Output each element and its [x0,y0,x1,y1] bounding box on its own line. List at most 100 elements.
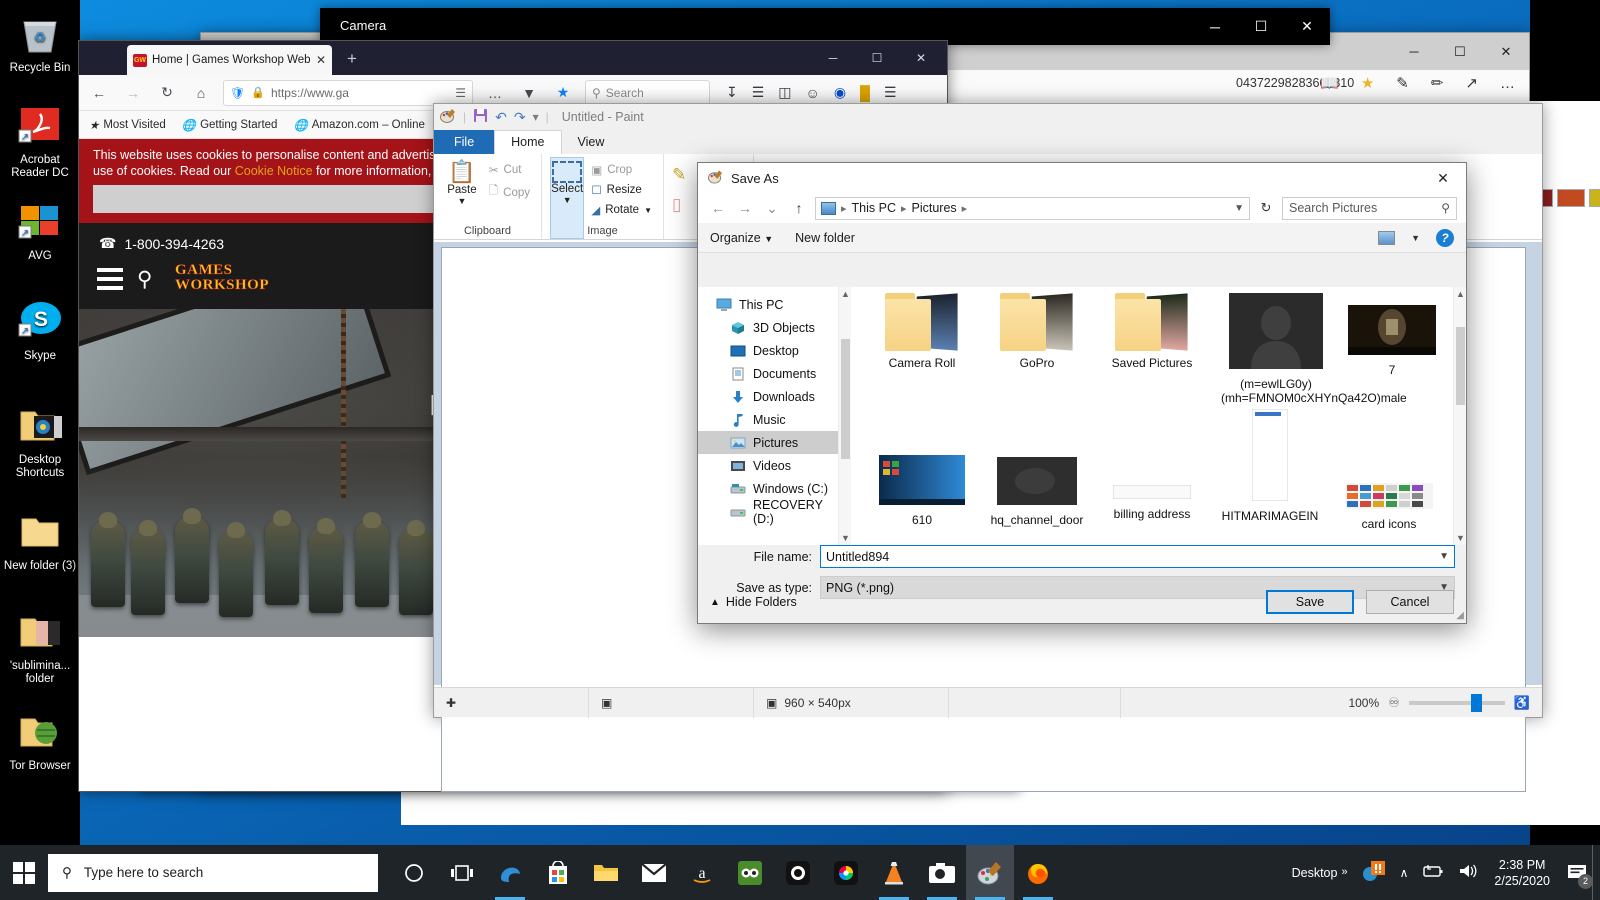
desktop-icon-subliminal-folder[interactable]: 'sublimina... folder [2,612,78,686]
add-note-icon[interactable]: ✎ [1396,74,1409,92]
bookmark-amazon[interactable]: 🌐 Amazon.com – Online [293,118,424,132]
file-list-scrollbar[interactable]: ▲ ▼ [1453,287,1466,545]
site-search-icon[interactable]: ⚲ [137,267,152,292]
file-item-7[interactable]: 7 [1343,305,1441,377]
hide-folders-toggle[interactable]: ▲ Hide Folders [710,595,797,609]
resize-button[interactable]: ☐ Resize [588,181,655,199]
zoom-slider-thumb[interactable] [1470,693,1482,712]
copy-button[interactable]: 🗋 Copy [486,181,533,204]
maximize-button[interactable]: ☐ [1437,33,1483,70]
swatch-yellow[interactable] [1589,189,1600,207]
new-tab-button[interactable]: + [347,49,357,69]
battery-icon[interactable] [1422,864,1444,881]
paint-quick-access-toolbar[interactable]: | ↶ ↷ ▾ | Untitled - Paint [434,104,1542,130]
share-icon[interactable]: ↗ [1465,74,1478,92]
desktop-icon-desktop-shortcuts[interactable]: Desktop Shortcuts [2,406,78,480]
zoom-out-button[interactable]: ♾ [1388,695,1400,711]
swatch-orange[interactable] [1557,189,1585,207]
tree-item-downloads[interactable]: Downloads [698,385,838,408]
tree-scrollbar[interactable]: ▲ ▼ [838,287,851,545]
file-item-hitmarimagein[interactable]: HITMARIMAGEIN [1221,408,1319,523]
navigation-tree[interactable]: This PC 3D Objects Desktop Documents Dow… [698,287,838,545]
pencil-icon[interactable]: ✎ [672,165,686,185]
minimize-button[interactable]: ─ [1192,8,1238,45]
eraser-icon[interactable]: ▯ [672,195,686,215]
breadcrumb[interactable]: ▸ This PC ▸ Pictures ▸ ▼ [815,196,1250,220]
close-button[interactable]: ✕ [1420,163,1466,193]
file-item-610[interactable]: 610 [873,455,971,527]
taskbar-item-cortana[interactable] [390,845,438,900]
forward-button[interactable]: → [121,81,145,105]
tree-item-this-pc[interactable]: This PC [698,293,838,316]
file-item-camera-roll[interactable]: Camera Roll [873,293,971,370]
taskbar-item-firefox[interactable] [1014,845,1062,900]
tree-item-documents[interactable]: Documents [698,362,838,385]
search-input[interactable]: ⚲ Search [585,79,710,106]
desktop-icon-new-folder-3[interactable]: New folder (3) [2,512,78,573]
tree-item-3d-objects[interactable]: 3D Objects [698,316,838,339]
taskbar-item-mail[interactable] [630,845,678,900]
more-options-icon[interactable]: … [1500,75,1515,92]
save-button[interactable]: Save [1266,590,1354,614]
account-icon[interactable]: ☺ [806,85,820,101]
chevron-down-icon[interactable]: ▼ [1411,233,1420,243]
maximize-button[interactable]: ☐ [855,41,899,75]
clock[interactable]: 2:38 PM 2/25/2020 [1494,857,1550,889]
start-button[interactable] [0,845,48,900]
background-toolbar-icons[interactable]: 📖 ★ ✎ ✏ ↗ … [1320,74,1515,93]
tray-chevron-icon[interactable]: ∧ [1400,866,1409,880]
reload-button[interactable]: ↻ [155,81,179,105]
chevron-down-icon[interactable]: ▼ [644,206,652,215]
back-button[interactable]: ← [87,81,111,105]
tray-desktop-label[interactable]: Desktop » [1292,866,1348,880]
bookmark-getting-started[interactable]: 🌐 Getting Started [182,118,278,132]
file-item-card-icons[interactable]: card icons [1340,483,1438,531]
taskbar-item-edge[interactable] [486,845,534,900]
tab-view[interactable]: View [562,131,621,154]
pocket-icon[interactable]: ▼ [517,81,541,105]
save-as-dialog[interactable]: Save As ✕ ← → ⌄ ↑ ▸ This PC ▸ Pictures ▸… [697,162,1467,624]
taskbar-search-box[interactable]: ⚲ Type here to search [48,853,378,892]
crop-button[interactable]: ▣ Crop [588,161,655,179]
redo-icon[interactable]: ↷ [514,109,526,126]
customize-qat-icon[interactable]: ▾ [533,110,539,124]
view-options[interactable]: ▼ ? [1378,228,1454,247]
desktop-icon-avg[interactable]: ↗ AVG [2,202,78,263]
save-icon[interactable] [473,108,488,126]
chevron-down-icon[interactable]: ▼ [563,195,572,205]
firefox-window-controls[interactable]: ─ ☐ ✕ [811,41,943,75]
zoom-slider[interactable] [1408,693,1505,712]
overflow-icon[interactable]: » [1341,866,1347,878]
chevron-down-icon[interactable]: ▼ [1234,203,1244,214]
save-to-pocket-icon[interactable]: ◉ [834,84,846,101]
save-as-titlebar[interactable]: Save As ✕ [698,163,1466,193]
pen-icon[interactable]: ✏ [1431,74,1444,92]
close-button[interactable]: ✕ [1483,33,1529,70]
desktop-icon-skype[interactable]: S ↗ Skype [2,300,78,363]
chevron-down-icon[interactable]: ▼ [1439,551,1449,562]
bookmark-most-visited[interactable]: ★ Most Visited [89,118,166,132]
menu-icon[interactable]: ☰ [884,84,897,101]
taskbar-item-vlc[interactable] [870,845,918,900]
maximize-button[interactable]: ☐ [1238,8,1284,45]
taskbar-item-file-explorer[interactable] [582,845,630,900]
file-item-billing-address[interactable]: billing address [1103,484,1201,521]
breadcrumb-item-this-pc[interactable]: This PC [852,201,896,215]
save-as-navigation-row[interactable]: ← → ⌄ ↑ ▸ This PC ▸ Pictures ▸ ▼ ↻ Searc… [698,193,1466,223]
rotate-button[interactable]: ◢ Rotate ▼ [588,201,655,219]
favorite-star-icon[interactable]: ★ [1361,74,1374,92]
volume-icon[interactable] [1458,863,1480,882]
back-button[interactable]: ← [707,197,729,219]
tab-file[interactable]: File [434,130,495,154]
browser-tab[interactable]: GW Home | Games Workshop Web ✕ [127,45,332,75]
taskbar-item-camera-app[interactable] [774,845,822,900]
tracking-protection-icon[interactable]: 🛡 [230,86,245,100]
file-item-saved-pictures[interactable]: Saved Pictures [1103,293,1201,370]
notification-center-button[interactable]: 2 [1564,860,1593,889]
help-icon[interactable]: ? [1436,228,1454,247]
tree-item-pictures[interactable]: Pictures [698,431,838,454]
up-one-level-button[interactable]: ↑ [788,197,810,219]
file-item-male-avatar[interactable]: (m=ewlLG0y)(mh=FMNOM0cXHYnQa42O)male [1221,293,1407,405]
scroll-up-arrow-icon[interactable]: ▲ [1454,287,1467,301]
bookmark-star-icon[interactable]: ★ [551,81,575,105]
